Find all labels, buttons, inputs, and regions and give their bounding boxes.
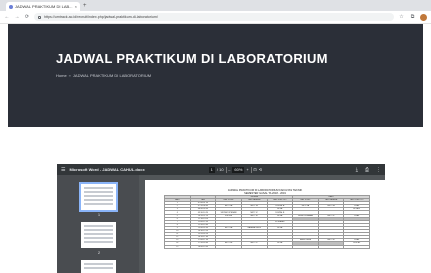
new-tab-button[interactable]: + (83, 2, 87, 10)
favicon-icon (9, 4, 13, 9)
page-thumbnail-2[interactable] (81, 222, 116, 248)
table-cell: 18.40-19.30 (189, 244, 217, 249)
url-text: https://umtrack.ac.id/recruit/index.php/… (44, 15, 158, 19)
breadcrumb-home-link[interactable]: Home (56, 73, 67, 78)
table-cell (240, 244, 268, 249)
breadcrumb-current: JADWAL PRAKTIKUM DI LABORATORIUM (72, 73, 152, 78)
back-button[interactable]: ← (4, 14, 10, 20)
pdf-viewer[interactable]: ☰ Microsoft Word - JADWAL CAHUL.docx 1 /… (57, 164, 385, 273)
fit-page-icon[interactable]: ⊡ (253, 167, 256, 172)
lock-icon (38, 15, 41, 19)
page-hero: JADWAL PRAKTIKUM DI LABORATORIUM Home » … (8, 24, 423, 127)
toolbar-divider (225, 166, 227, 173)
pdf-actions: ⤓ ⎙ ⋮ (356, 167, 381, 173)
page-total: / 10 (216, 167, 224, 172)
breadcrumb-separator: » (68, 73, 71, 78)
page-thumbnail-3[interactable] (81, 260, 116, 273)
pdf-toolbar: ☰ Microsoft Word - JADWAL CAHUL.docx 1 /… (57, 164, 385, 175)
browser-toolbar: ← → ⟳ https://umtrack.ac.id/recruit/inde… (0, 11, 431, 24)
table-cell (343, 244, 370, 249)
schedule-table: SELASA RABU HARI JAM LAB. KOMP LAB. BAHASA L… (164, 194, 370, 249)
breadcrumb: Home » JADWAL PRAKTIKUM DI LABORATORIUM (56, 73, 151, 78)
extensions-icon[interactable]: ⧉ (409, 14, 416, 20)
more-options-icon[interactable]: ⋮ (376, 167, 381, 173)
table-cell (215, 244, 242, 249)
menu-icon[interactable]: ☰ (61, 167, 65, 173)
page-title: JADWAL PRAKTIKUM DI LABORATORIUM (56, 51, 328, 66)
table-cell (292, 244, 319, 249)
reload-button[interactable]: ⟳ (24, 14, 30, 20)
star-icon[interactable]: ☆ (398, 14, 405, 20)
browser-tab[interactable]: JADWAL PRAKTIKUM DI LAB... × (6, 2, 80, 11)
address-bar[interactable]: https://umtrack.ac.id/recruit/index.php/… (34, 13, 394, 21)
thumbnail-label: 1 (98, 213, 100, 217)
forward-button[interactable]: → (14, 14, 20, 20)
tab-title: JADWAL PRAKTIKUM DI LAB... (15, 4, 73, 9)
profile-avatar[interactable] (420, 13, 427, 21)
tab-close-icon[interactable]: × (75, 4, 77, 9)
pdf-page: JADWAL PRAKTIKUM DI LABORATORIUM FAKULTA… (145, 180, 385, 273)
pdf-file-name: Microsoft Word - JADWAL CAHUL.docx (69, 167, 145, 172)
toolbar-divider (250, 166, 252, 173)
table-cell (266, 244, 294, 249)
table-body: 1 07.00-07.50 2 07.50-08.40 MKTI 1A MKTI 1B DI… (164, 201, 370, 249)
page-number-input[interactable]: 1 (208, 166, 215, 173)
download-icon[interactable]: ⤓ (356, 167, 358, 173)
rotate-icon[interactable]: ⟲ (259, 167, 262, 172)
tab-strip: JADWAL PRAKTIKUM DI LAB... × + (0, 0, 431, 11)
print-icon[interactable]: ⎙ (365, 167, 369, 173)
browser-window: JADWAL PRAKTIKUM DI LAB... × + ← → ⟳ htt… (0, 0, 431, 273)
zoom-input[interactable]: 60% (232, 166, 245, 173)
page-thumbnail-1[interactable] (79, 182, 118, 212)
table-row: 15 18.40-19.30 (164, 244, 370, 249)
zoom-in-button[interactable]: + (246, 167, 248, 172)
zoom-out-button[interactable]: – (228, 167, 230, 172)
table-cell (317, 244, 345, 249)
table-cell: 15 (164, 244, 191, 249)
thumbnail-sidebar: 1 2 (57, 175, 139, 273)
thumbnail-label: 2 (98, 251, 100, 255)
pdf-pager: 1 / 10 – 60% + ⊡ ⟲ (208, 166, 262, 173)
